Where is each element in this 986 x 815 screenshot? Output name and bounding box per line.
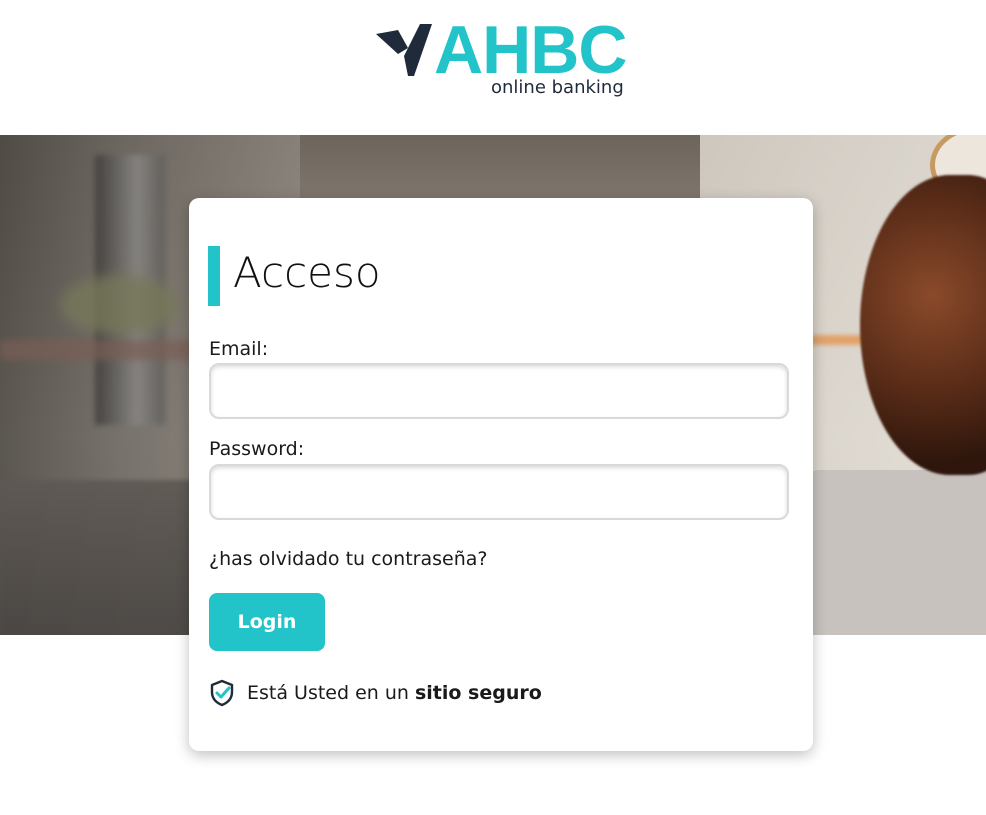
email-field[interactable] <box>209 363 789 419</box>
password-field[interactable] <box>209 464 789 520</box>
brand-tagline: online banking <box>491 77 624 98</box>
login-button[interactable]: Login <box>209 593 325 651</box>
secure-site-notice: Está Usted en un sitio seguro <box>209 678 542 708</box>
brand-logo[interactable]: AHBC online banking <box>376 14 636 108</box>
secure-text: Está Usted en un <box>247 682 409 704</box>
title-accent-bar <box>208 246 220 306</box>
forgot-password-link[interactable]: ¿has olvidado tu contraseña? <box>209 548 487 570</box>
password-label: Password: <box>209 438 305 460</box>
page-title: Acceso <box>233 248 381 297</box>
logo-mark-icon <box>376 24 432 76</box>
secure-text-bold: sitio seguro <box>414 682 542 704</box>
login-card: Acceso Email: Password: ¿has olvidado tu… <box>189 198 813 751</box>
shield-check-icon <box>210 679 234 707</box>
header: AHBC online banking <box>0 0 986 135</box>
email-label: Email: <box>209 338 269 360</box>
brand-name: AHBC <box>434 12 627 88</box>
